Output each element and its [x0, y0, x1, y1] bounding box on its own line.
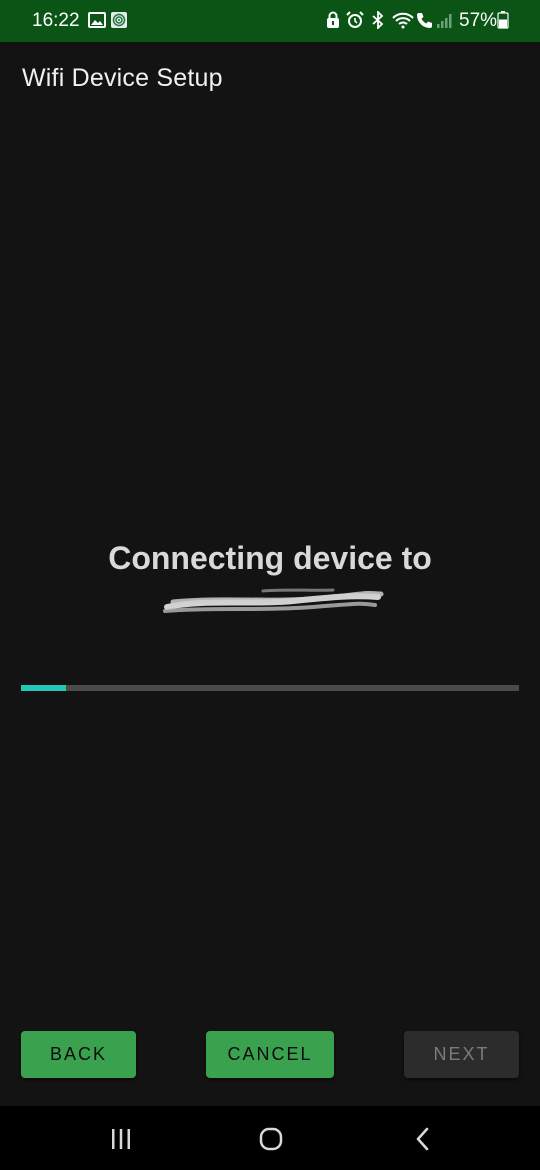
lock-icon [327, 11, 339, 28]
call-icon [417, 13, 432, 28]
back-icon[interactable] [408, 1124, 438, 1154]
alarm-icon [346, 11, 364, 28]
cancel-button[interactable]: CANCEL [206, 1031, 334, 1078]
status-time: 16:22 [32, 10, 80, 31]
image-icon [88, 12, 106, 28]
cast-icon [111, 12, 127, 28]
page-title: Wifi Device Setup [22, 64, 223, 92]
wifi-icon [392, 12, 414, 29]
navigation-bar [0, 1106, 540, 1170]
next-button: NEXT [404, 1031, 519, 1078]
bluetooth-icon [372, 11, 384, 29]
home-icon[interactable] [256, 1124, 286, 1154]
connecting-message: Connecting device to [108, 540, 432, 576]
recent-apps-icon[interactable] [106, 1124, 136, 1154]
status-bar: 16:22 57% [0, 0, 540, 42]
battery-icon [497, 11, 509, 29]
battery-percent: 57% [459, 10, 498, 31]
redacted-network-name [163, 588, 384, 613]
progress-fill [21, 685, 66, 691]
back-button[interactable]: BACK [21, 1031, 136, 1078]
progress-bar [21, 685, 519, 691]
screen: 16:22 57% Wifi Device Setup Connecting d… [0, 0, 540, 1170]
signal-icon [437, 14, 452, 28]
